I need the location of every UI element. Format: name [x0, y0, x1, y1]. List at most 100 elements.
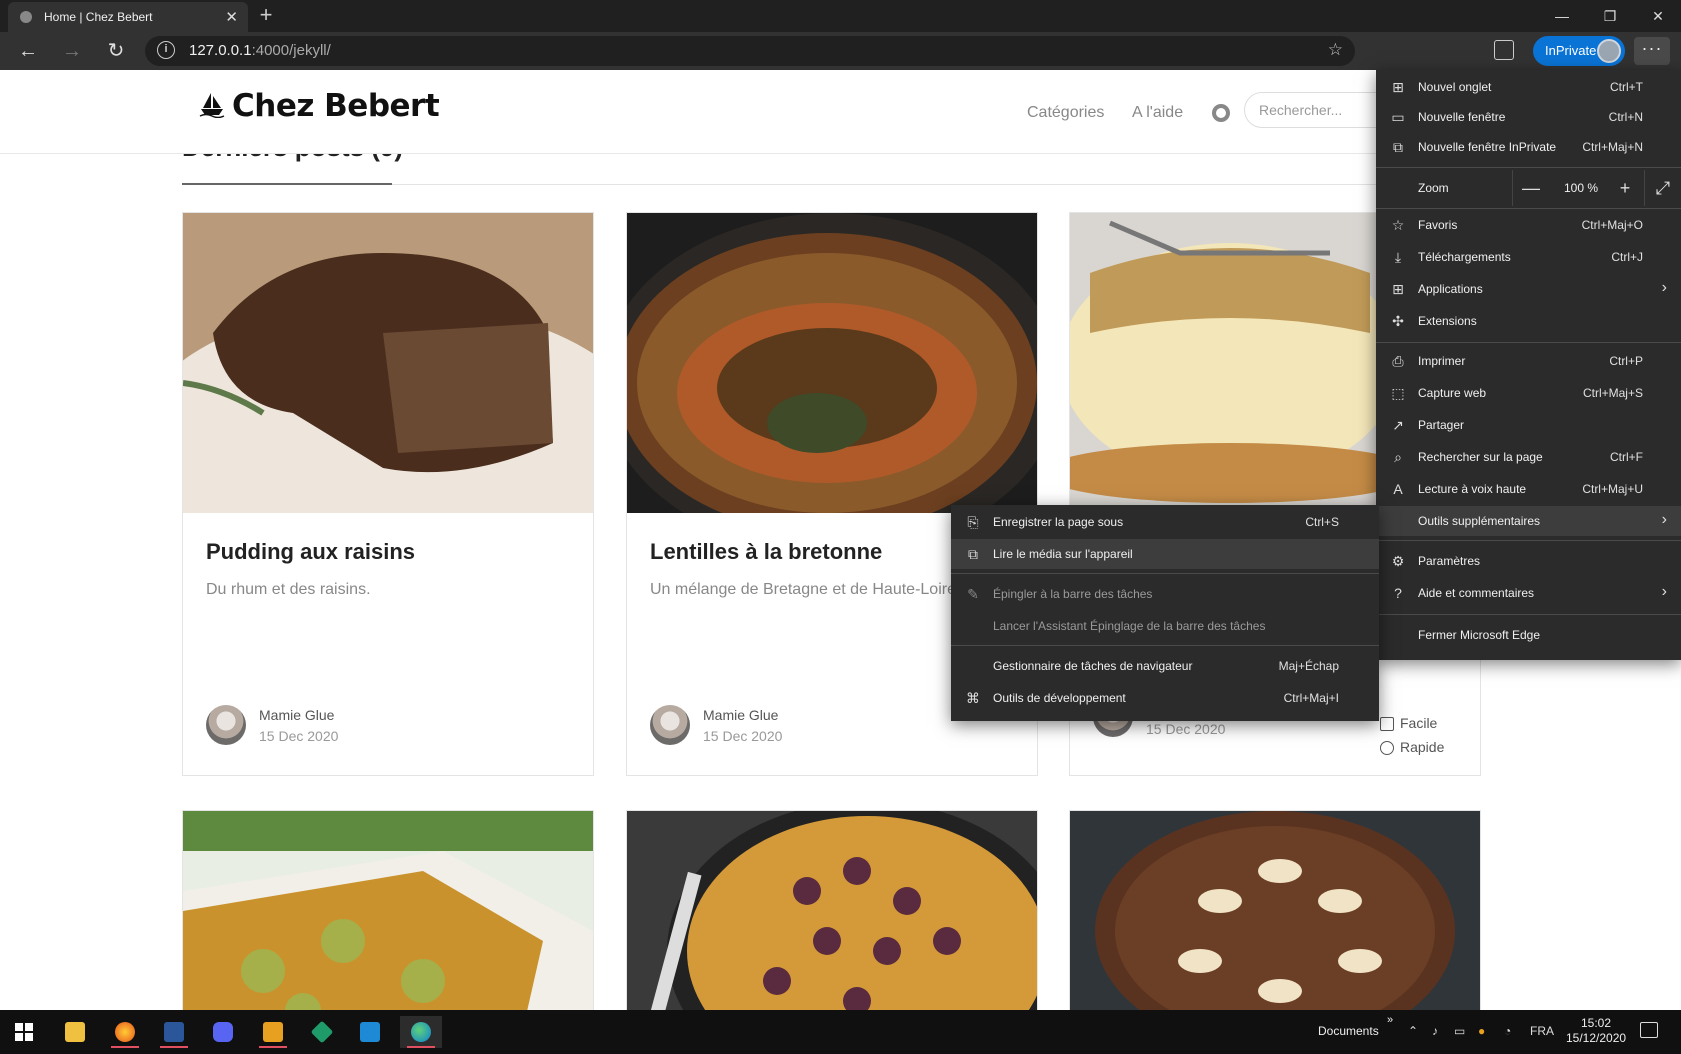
clock[interactable]: 15:02 15/12/2020 — [1566, 1016, 1626, 1046]
share-icon: ↗ — [1392, 417, 1404, 433]
app-tray-icon[interactable]: ● — [1478, 1024, 1485, 1038]
menu-item-extensions[interactable]: ✣ Extensions — [1376, 306, 1681, 336]
notification-center-icon[interactable] — [1640, 1022, 1658, 1038]
taskbar-word[interactable] — [156, 1016, 192, 1048]
help-icon: ? — [1394, 585, 1402, 601]
fullscreen-button[interactable]: ⤢ — [1650, 175, 1676, 201]
menu-item-applications[interactable]: ⊞ Applications › — [1376, 274, 1681, 304]
menu-item-settings[interactable]: ⚙ Paramètres — [1376, 546, 1681, 576]
menu-item-new-inprivate-window[interactable]: ⧉ Nouvelle fenêtre InPrivate Ctrl+Maj+N — [1376, 132, 1681, 162]
extensions-icon: ✣ — [1392, 313, 1404, 329]
collections-icon[interactable] — [1494, 40, 1514, 60]
menu-item-save-page-as[interactable]: ⎘ Enregistrer la page sous Ctrl+S — [951, 507, 1379, 537]
menu-item-help-feedback[interactable]: ? Aide et commentaires › — [1376, 578, 1681, 608]
zoom-out-button[interactable]: — — [1518, 175, 1544, 201]
inprivate-profile-button[interactable]: InPrivate — [1533, 36, 1625, 66]
start-button[interactable] — [6, 1016, 42, 1048]
new-tab-button[interactable]: + — [254, 3, 278, 27]
taskbar-vscode[interactable] — [352, 1016, 388, 1048]
nav-link-help[interactable]: A l'aide — [1132, 104, 1183, 122]
taskbar-edge[interactable] — [400, 1016, 442, 1048]
menu-item-label: Nouvelle fenêtre — [1418, 110, 1506, 124]
restore-window-button[interactable]: ❐ — [1587, 3, 1633, 29]
menu-item-downloads[interactable]: ⤓ Téléchargements Ctrl+J — [1376, 242, 1681, 272]
menu-item-dev-tools[interactable]: ⌘ Outils de développement Ctrl+Maj+I — [951, 683, 1379, 713]
menu-item-pin-taskbar[interactable]: ✎ Épingler à la barre des tâches — [951, 579, 1379, 609]
running-indicator — [407, 1046, 435, 1048]
menu-item-share[interactable]: ↗ Partager — [1376, 410, 1681, 440]
menu-item-close-edge[interactable]: Fermer Microsoft Edge — [1376, 620, 1681, 650]
post-card[interactable]: Pudding aux raisins Du rhum et des raisi… — [182, 212, 594, 776]
download-icon: ⤓ — [1394, 249, 1402, 265]
menu-item-print[interactable]: ⎙ Imprimer Ctrl+P — [1376, 346, 1681, 376]
menu-item-new-tab[interactable]: ⊞ Nouvel onglet Ctrl+T — [1376, 72, 1681, 102]
zoom-in-button[interactable]: + — [1612, 175, 1638, 201]
post-image-lentilles[interactable] — [627, 213, 1037, 513]
post-image-tarte-poires[interactable] — [1070, 811, 1480, 1010]
pear-tart-photo — [1070, 811, 1480, 1010]
taskbar-discord[interactable] — [205, 1016, 241, 1048]
clock-date: 15/12/2020 — [1566, 1031, 1627, 1045]
menu-item-web-capture[interactable]: ⬚ Capture web Ctrl+Maj+S — [1376, 378, 1681, 408]
favorite-star-icon[interactable]: ☆ — [1328, 40, 1343, 60]
ship-logo-icon — [199, 93, 225, 118]
post-title[interactable]: Lentilles à la bretonne — [650, 539, 882, 565]
app-icon — [263, 1022, 283, 1042]
tray-overflow-icon[interactable]: ⌃ — [1408, 1024, 1418, 1038]
menu-item-task-manager[interactable]: Gestionnaire de tâches de navigateur Maj… — [951, 651, 1379, 681]
menu-item-read-aloud[interactable]: A Lecture à voix haute Ctrl+Maj+U — [1376, 474, 1681, 504]
menu-divider — [951, 645, 1379, 646]
language-indicator[interactable]: FRA — [1530, 1024, 1554, 1038]
taskbar-file-explorer[interactable] — [57, 1016, 93, 1048]
post-difficulty: Facile — [1400, 715, 1438, 731]
menu-item-find-on-page[interactable]: ⌕ Rechercher sur la page Ctrl+F — [1376, 442, 1681, 472]
address-bar[interactable]: i 127.0.0.1:4000/jekyll/ ☆ — [145, 36, 1355, 66]
post-date: 15 Dec 2020 — [703, 728, 783, 744]
gratin-photo — [183, 811, 593, 1010]
menu-item-label: Aide et commentaires — [1418, 586, 1535, 600]
menu-item-more-tools[interactable]: Outils supplémentaires › — [1376, 506, 1681, 536]
running-indicator — [259, 1046, 287, 1048]
post-card[interactable] — [182, 810, 594, 1010]
site-title[interactable]: Chez Bebert — [232, 88, 440, 124]
menu-item-label: Favoris — [1418, 218, 1458, 232]
menu-item-shortcut: Ctrl+Maj+U — [1582, 482, 1643, 496]
menu-item-label: Téléchargements — [1418, 250, 1511, 264]
post-image-pudding[interactable] — [183, 213, 593, 513]
taskbar-git[interactable] — [304, 1016, 340, 1048]
site-info-icon[interactable]: i — [157, 41, 175, 59]
post-card[interactable] — [1069, 810, 1481, 1010]
close-window-button[interactable]: ✕ — [1635, 3, 1681, 29]
windows-taskbar: Documents » ⌃ ♪ ▭ ● ◔ FRA 15:02 15/12/20… — [0, 1010, 1681, 1054]
refresh-button[interactable]: ↻ — [102, 38, 130, 64]
wifi-icon[interactable]: ◔ — [1504, 1024, 1511, 1038]
forward-button[interactable]: → — [58, 38, 86, 64]
post-card[interactable] — [626, 810, 1038, 1010]
menu-item-new-window[interactable]: ▭ Nouvelle fenêtre Ctrl+N — [1376, 102, 1681, 132]
menu-item-cast-media[interactable]: ⧉ Lire le média sur l'appareil — [951, 539, 1379, 569]
vscode-icon — [360, 1022, 380, 1042]
taskbar-app[interactable] — [255, 1016, 291, 1048]
post-title[interactable]: Pudding aux raisins — [206, 539, 415, 565]
taskbar-documents-toolbar[interactable]: Documents — [1318, 1024, 1379, 1038]
nav-link-categories[interactable]: Catégories — [1027, 104, 1104, 122]
microphone-icon[interactable]: ♪ — [1432, 1024, 1438, 1038]
zoom-level: 100 % — [1563, 181, 1599, 195]
post-image-clafoutis[interactable] — [627, 811, 1037, 1010]
browser-tab-active[interactable]: Home | Chez Bebert ✕ — [8, 2, 248, 32]
taskbar-firefox[interactable] — [107, 1016, 143, 1048]
github-icon[interactable] — [1212, 104, 1230, 122]
menu-item-label: Applications — [1418, 282, 1483, 296]
back-button[interactable]: ← — [14, 38, 42, 64]
menu-item-pin-wizard[interactable]: Lancer l'Assistant Épinglage de la barre… — [951, 611, 1379, 641]
url-text[interactable]: 127.0.0.1:4000/jekyll/ — [189, 42, 331, 59]
minimize-window-button[interactable]: — — [1539, 3, 1585, 29]
close-tab-icon[interactable]: ✕ — [225, 8, 238, 26]
network-icon[interactable]: ▭ — [1454, 1024, 1465, 1038]
more-tools-submenu: ⎘ Enregistrer la page sous Ctrl+S ⧉ Lire… — [951, 505, 1379, 721]
post-image-gratin[interactable] — [183, 811, 593, 1010]
discord-icon — [213, 1022, 233, 1042]
menu-item-favorites[interactable]: ☆ Favoris Ctrl+Maj+O — [1376, 210, 1681, 240]
settings-and-more-button[interactable]: ··· — [1634, 37, 1670, 65]
toolbar-chevron-icon[interactable]: » — [1387, 1014, 1393, 1026]
